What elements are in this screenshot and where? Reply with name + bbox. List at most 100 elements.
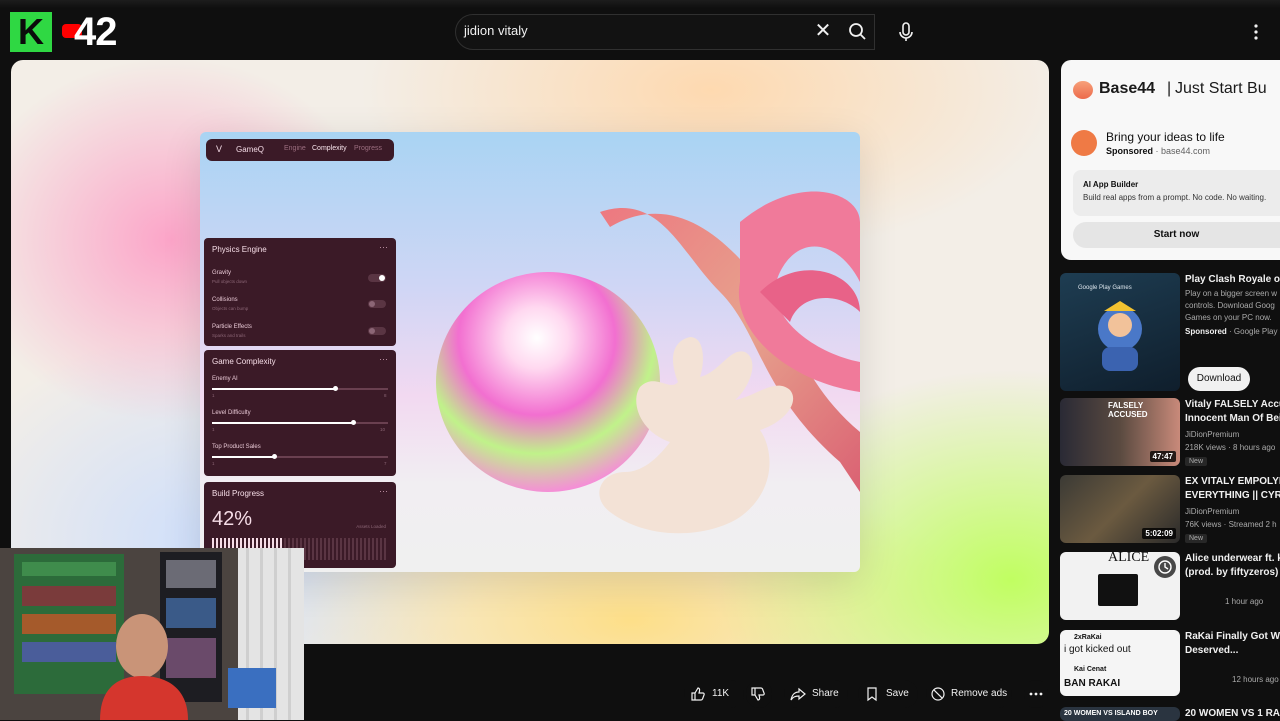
recommendation-title[interactable]: Play Clash Royale on bbox=[1185, 273, 1280, 287]
recommendation-title-line2[interactable]: Innocent Man Of Bein bbox=[1185, 412, 1280, 426]
sponsored-label: Sponsored bbox=[1106, 146, 1154, 156]
video-thumbnail[interactable]: FALSELY ACCUSED 47:47 bbox=[1060, 398, 1180, 466]
video-meta: 218K views · 8 hours ago bbox=[1185, 443, 1276, 452]
panel-title: Physics Engine bbox=[212, 245, 267, 254]
chat-message: BAN RAKAI bbox=[1064, 678, 1121, 689]
panel-title: Build Progress bbox=[212, 489, 265, 498]
recommendation-item[interactable]: 20 WOMEN VS ISLAND BOY 20 WOMEN VS 1 RAP bbox=[1060, 707, 1280, 721]
save-button[interactable]: Save bbox=[858, 680, 918, 708]
thumbnail-label: Google Play Games bbox=[1078, 285, 1132, 291]
slider-fill bbox=[212, 422, 353, 424]
recommendation-title[interactable]: 20 WOMEN VS 1 RAP bbox=[1185, 707, 1280, 721]
watch-later-button[interactable] bbox=[1154, 556, 1176, 578]
app-tab-engine: Engine bbox=[284, 145, 306, 152]
sponsored-ad-card[interactable]: Base44 | Just Start Bu Bring your ideas … bbox=[1061, 60, 1280, 260]
ad-tagline: Just Start Bu bbox=[1175, 80, 1267, 97]
new-badge: New bbox=[1185, 457, 1208, 466]
progress-segment bbox=[320, 538, 322, 560]
row-sublabel: Pull objects down bbox=[212, 279, 248, 284]
more-actions-button[interactable] bbox=[1024, 680, 1048, 708]
slider-min: 1 bbox=[212, 393, 215, 398]
progress-segment bbox=[304, 538, 306, 560]
video-thumbnail[interactable]: 5:02:09 bbox=[1060, 475, 1180, 543]
recommendation-title[interactable]: Vitaly FALSELY Accus bbox=[1185, 398, 1280, 412]
like-button[interactable]: 11K bbox=[684, 680, 744, 708]
progress-sublabel: Assets Loaded bbox=[356, 524, 386, 529]
recommendation-item[interactable]: FALSELY ACCUSED 47:47 Vitaly FALSELY Acc… bbox=[1060, 398, 1280, 468]
progress-segment bbox=[316, 538, 318, 560]
remove-ads-button[interactable]: Remove ads bbox=[926, 680, 1012, 708]
ad-box-description: Build real apps from a prompt. No code. … bbox=[1083, 193, 1267, 202]
search-clear-icon[interactable]: ✕ bbox=[812, 20, 834, 42]
slider-knob bbox=[333, 386, 339, 391]
video-thumbnail[interactable]: 20 WOMEN VS ISLAND BOY bbox=[1060, 707, 1180, 721]
share-icon bbox=[790, 687, 806, 701]
progress-segment bbox=[340, 538, 342, 560]
video-frame-app-mockup: V GameQ Engine Complexity Progress Physi… bbox=[200, 132, 860, 572]
recommendation-title[interactable]: RaKai Finally Got Wha bbox=[1185, 630, 1280, 644]
share-button[interactable]: Share bbox=[784, 680, 848, 708]
vertical-dots-icon bbox=[1254, 24, 1258, 40]
row-label: Gravity bbox=[212, 270, 232, 276]
row-label: Particle Effects bbox=[212, 324, 252, 330]
microphone-icon bbox=[899, 22, 913, 41]
row-sublabel: Sparks and trails bbox=[212, 333, 246, 338]
ad-headline[interactable]: Bring your ideas to life bbox=[1106, 130, 1225, 144]
dislike-button[interactable] bbox=[746, 680, 772, 708]
progress-segment bbox=[376, 538, 378, 560]
channel-logo[interactable]: K 42 bbox=[10, 10, 122, 54]
slider-min: 1 bbox=[212, 427, 215, 432]
video-thumbnail[interactable]: Google Play Games bbox=[1060, 273, 1180, 391]
particle-effects-toggle bbox=[368, 327, 386, 335]
app-tab-complexity: Complexity bbox=[312, 145, 347, 152]
more-options-button[interactable] bbox=[1246, 20, 1266, 44]
slider-label: Top Product Sales bbox=[212, 444, 261, 450]
ad-divider: | bbox=[1167, 80, 1172, 97]
level-difficulty-slider bbox=[212, 420, 388, 425]
video-duration: 47:47 bbox=[1149, 451, 1176, 462]
video-meta: 12 hours ago bbox=[1232, 675, 1279, 684]
slider-knob bbox=[350, 420, 356, 425]
download-button[interactable]: Download bbox=[1188, 367, 1250, 391]
ad-brand: Base44 bbox=[1099, 80, 1156, 97]
thumbs-up-icon bbox=[691, 687, 705, 701]
panel-menu-icon: ··· bbox=[379, 242, 388, 252]
recommendation-title[interactable]: EX VITALY EMPOLYE bbox=[1185, 475, 1280, 489]
recommendation-title[interactable]: Alice underwear ft. ki bbox=[1185, 552, 1280, 566]
clock-icon bbox=[1158, 560, 1172, 574]
panel-menu-icon: ··· bbox=[379, 486, 388, 496]
recommendation-title-line2[interactable]: (prod. by fiftyzeros) bbox=[1185, 566, 1278, 580]
physics-engine-panel: Physics Engine ··· Gravity Pull objects … bbox=[204, 238, 396, 346]
chat-user: 2xRaKai bbox=[1074, 634, 1102, 641]
voice-search-button[interactable] bbox=[888, 14, 924, 50]
video-thumbnail[interactable]: 2xRaKai i got kicked out Kai Cenat BAN R… bbox=[1060, 630, 1180, 696]
channel-name[interactable]: JiDionPremium bbox=[1185, 507, 1239, 516]
progress-segment bbox=[336, 538, 338, 560]
remove-ads-label: Remove ads bbox=[951, 688, 1008, 699]
channel-name[interactable]: JiDionPremium bbox=[1185, 430, 1239, 439]
search-button[interactable] bbox=[838, 14, 878, 50]
progress-segment bbox=[356, 538, 358, 560]
recommendation-description: Play on a bigger screen w bbox=[1185, 289, 1278, 298]
recommendation-item[interactable]: 2xRaKai i got kicked out Kai Cenat BAN R… bbox=[1060, 630, 1280, 700]
thumbnail-text: ALICE bbox=[1108, 552, 1150, 565]
search-value: jidion vitaly bbox=[464, 23, 528, 38]
progress-segment bbox=[368, 538, 370, 560]
ad-avatar bbox=[1071, 130, 1097, 156]
search-icon bbox=[849, 23, 866, 40]
recommendation-item[interactable]: 5:02:09 EX VITALY EMPOLYE EVERYTHING || … bbox=[1060, 475, 1280, 545]
collisions-toggle bbox=[368, 300, 386, 308]
row-label: Collisions bbox=[212, 297, 238, 303]
horizontal-dots-icon bbox=[1029, 692, 1043, 696]
panel-title: Game Complexity bbox=[212, 357, 276, 366]
slider-max: 8 bbox=[384, 393, 387, 398]
video-meta: 1 hour ago bbox=[1225, 597, 1264, 606]
progress-segment bbox=[384, 538, 386, 560]
start-now-button[interactable]: Start now bbox=[1073, 222, 1280, 248]
recommendation-title-line2[interactable]: Deserved... bbox=[1185, 644, 1238, 658]
game-character-icon bbox=[1098, 301, 1142, 371]
recommendation-title-line2[interactable]: EVERYTHING || CYRA bbox=[1185, 489, 1280, 503]
new-badge: New bbox=[1185, 534, 1208, 543]
logo-letter: K bbox=[10, 12, 52, 52]
slider-knob bbox=[271, 454, 277, 459]
